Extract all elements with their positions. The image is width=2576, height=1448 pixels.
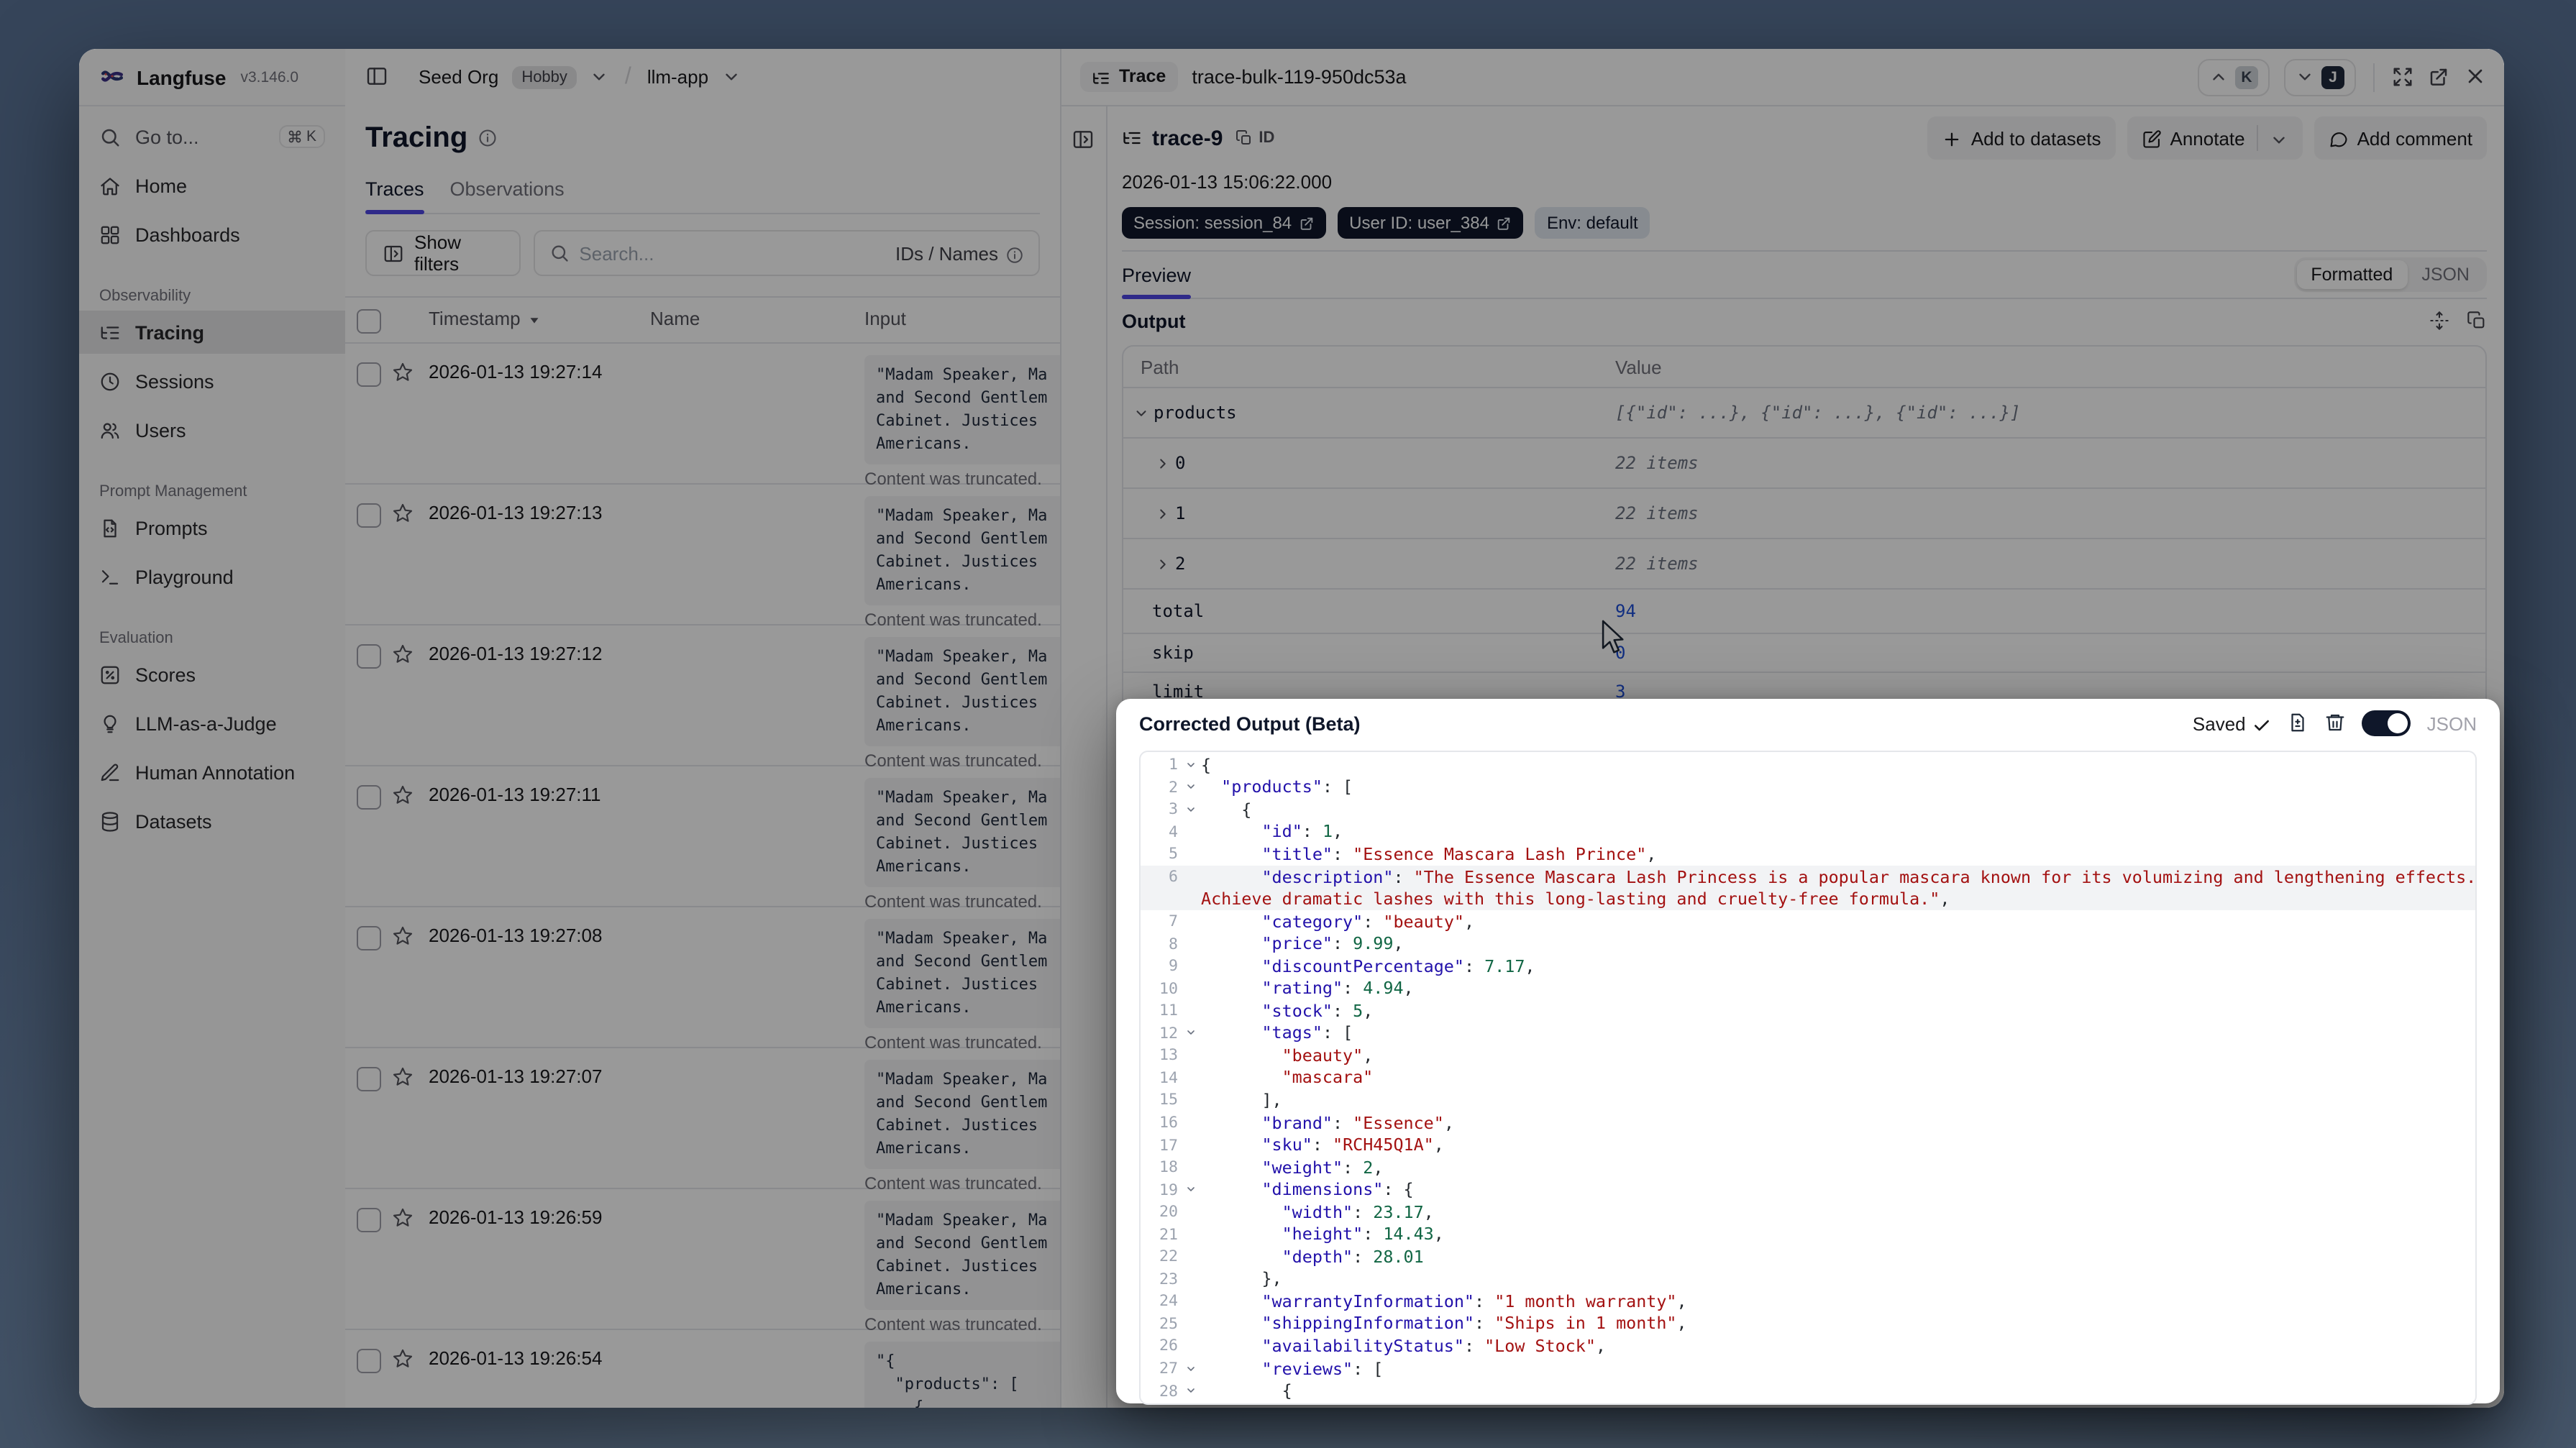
line-number: 23	[1159, 1269, 1178, 1288]
code-line[interactable]: 1{	[1141, 753, 2475, 776]
line-number: 17	[1159, 1135, 1178, 1155]
saved-status: Saved	[2193, 712, 2272, 734]
line-number: 16	[1159, 1113, 1178, 1132]
chevron-down-icon	[1187, 784, 1195, 789]
code-line[interactable]: 24 "warrantyInformation": "1 month warra…	[1141, 1290, 2475, 1312]
line-number: 21	[1159, 1224, 1178, 1244]
file-diff-icon	[2292, 714, 2305, 732]
line-number: 13	[1159, 1045, 1178, 1065]
code-line[interactable]: Achieve dramatic lashes with this long-l…	[1141, 887, 2475, 910]
toggle-knob	[2388, 713, 2408, 733]
code-line[interactable]: 23 },	[1141, 1268, 2475, 1290]
code-line[interactable]: 10 "rating": 4.94,	[1141, 977, 2475, 999]
fold-chevron-icon[interactable]	[1181, 1385, 1201, 1396]
fold-chevron-icon[interactable]	[1181, 759, 1201, 771]
check-icon	[2255, 719, 2270, 730]
code-line[interactable]: 15 ],	[1141, 1089, 2475, 1111]
line-number: 3	[1168, 799, 1178, 819]
code-line[interactable]: 13 "beauty",	[1141, 1044, 2475, 1066]
line-number: 8	[1168, 934, 1178, 953]
json-toggle[interactable]	[2362, 710, 2411, 736]
line-number: 1	[1168, 755, 1178, 774]
code-line[interactable]: 16 "brand": "Essence",	[1141, 1112, 2475, 1134]
code-line[interactable]: 27 "reviews": [	[1141, 1357, 2475, 1380]
line-number: 9	[1168, 956, 1178, 976]
code-line[interactable]: 28 {	[1141, 1380, 2475, 1402]
saved-label: Saved	[2192, 712, 2246, 734]
code-line[interactable]: 9 "discountPercentage": 7.17,	[1141, 955, 2475, 977]
chevron-down-icon	[1187, 762, 1195, 767]
code-line[interactable]: 25 "shippingInformation": "Ships in 1 mo…	[1141, 1312, 2475, 1334]
code-line[interactable]: 6 "description": "The Essence Mascara La…	[1141, 865, 2475, 888]
trash-icon[interactable]	[2325, 710, 2347, 736]
screen: Langfuse v3.146.0 Go to... K Home Dashboard…	[0, 0, 2576, 1448]
fold-chevron-icon[interactable]	[1181, 782, 1201, 793]
code-line[interactable]: 20 "width": 23.17,	[1141, 1201, 2475, 1223]
chevron-down-icon	[1187, 1030, 1195, 1035]
line-number: 14	[1159, 1068, 1178, 1087]
fold-chevron-icon[interactable]	[1181, 804, 1201, 815]
line-number: 4	[1168, 822, 1178, 841]
line-number: 5	[1168, 844, 1178, 863]
corrected-output-title: Corrected Output (Beta)	[1139, 712, 1361, 734]
fold-chevron-icon[interactable]	[1181, 1183, 1201, 1195]
code-line[interactable]: 26 "availabilityStatus": "Low Stock",	[1141, 1334, 2475, 1357]
chevron-down-icon	[1187, 1187, 1195, 1192]
file-diff-icon[interactable]	[2288, 710, 2309, 736]
code-line[interactable]: 12 "tags": [	[1141, 1022, 2475, 1044]
code-line[interactable]: 2 "products": [	[1141, 776, 2475, 798]
line-number: 19	[1159, 1180, 1178, 1199]
chevron-down-icon	[1187, 1366, 1195, 1370]
json-code-editor[interactable]: 1{2 "products": [3 {4 "id": 1, 5 "title":…	[1139, 751, 2477, 1405]
line-number: 18	[1159, 1158, 1178, 1177]
line-number: 10	[1159, 979, 1178, 998]
chevron-down-icon	[1187, 1388, 1195, 1393]
line-number: 22	[1159, 1247, 1178, 1266]
line-number: 28	[1159, 1381, 1178, 1401]
line-number: 27	[1159, 1359, 1178, 1378]
code-line[interactable]: 5 "title": "Essence Mascara Lash Prince"…	[1141, 843, 2475, 865]
json-toggle-label: JSON	[2426, 712, 2477, 734]
code-line[interactable]: 18 "weight": 2,	[1141, 1156, 2475, 1178]
code-line[interactable]: 3 {	[1141, 798, 2475, 820]
line-number: 26	[1159, 1336, 1178, 1355]
line-number: 25	[1159, 1314, 1178, 1333]
code-line[interactable]: 8 "price": 9.99,	[1141, 933, 2475, 955]
code-line[interactable]: 11 "stock": 5,	[1141, 999, 2475, 1022]
line-number: 12	[1159, 1023, 1178, 1043]
code-line[interactable]: 14 "mascara"	[1141, 1066, 2475, 1089]
corrected-output-header: Corrected Output (Beta) Saved JSON	[1116, 699, 2500, 748]
line-number: 24	[1159, 1291, 1178, 1311]
fold-chevron-icon[interactable]	[1181, 1027, 1201, 1039]
code-line[interactable]: 21 "height": 14.43,	[1141, 1223, 2475, 1245]
code-line[interactable]: 7 "category": "beauty",	[1141, 910, 2475, 933]
trash-icon	[2326, 715, 2345, 731]
code-line[interactable]: 19 "dimensions": {	[1141, 1178, 2475, 1201]
corrected-output-panel: Corrected Output (Beta) Saved JSON 1{2 "…	[1116, 699, 2500, 1405]
code-line[interactable]: 22 "depth": 28.01	[1141, 1245, 2475, 1268]
line-number: 20	[1159, 1202, 1178, 1222]
check-icon	[2253, 712, 2272, 734]
line-number: 2	[1168, 777, 1178, 797]
line-number: 7	[1168, 912, 1178, 931]
code-line[interactable]: 4 "id": 1,	[1141, 820, 2475, 843]
line-number: 15	[1159, 1090, 1178, 1109]
fold-chevron-icon[interactable]	[1181, 1362, 1201, 1374]
line-number: 11	[1159, 1001, 1178, 1020]
line-number: 6	[1168, 867, 1178, 886]
code-line[interactable]: 17 "sku": "RCH45Q1A",	[1141, 1134, 2475, 1156]
chevron-down-icon	[1187, 807, 1195, 812]
